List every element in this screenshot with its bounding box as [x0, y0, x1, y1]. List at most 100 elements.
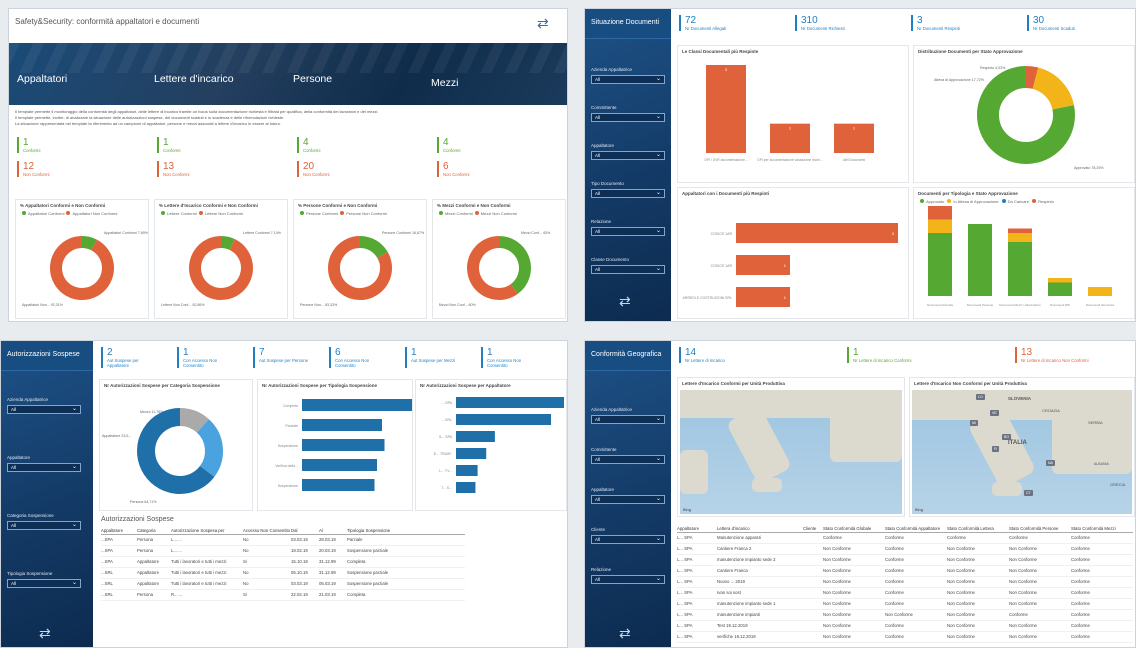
column-header[interactable]: Stato Conformità Appaltatore — [885, 526, 947, 531]
bar[interactable] — [456, 482, 476, 493]
donut-slice-conformi[interactable] — [220, 236, 235, 251]
slicer-dropdown[interactable]: All — [7, 405, 81, 414]
slicer-dropdown[interactable]: All — [591, 227, 665, 236]
slicer-dropdown[interactable]: All — [7, 463, 81, 472]
table-row[interactable]: L... SPA Ivan soi sost Non Conforme Conform… — [677, 588, 1133, 599]
column-header[interactable]: Accesso Non Consentito — [243, 528, 291, 533]
bar[interactable] — [706, 65, 746, 153]
column-header[interactable]: Stato Conformità Persone — [1009, 526, 1071, 531]
donut-slice[interactable] — [196, 419, 223, 477]
donut-slice[interactable] — [1025, 66, 1039, 89]
bar-segment[interactable] — [1008, 242, 1032, 296]
bar[interactable] — [302, 419, 382, 431]
table-row[interactable]: L... SPA Cantiere Franca Non Conforme Confo… — [677, 566, 1133, 577]
table-row[interactable]: L... SPA manutenzione impianto sede 1 Non … — [677, 599, 1133, 610]
slicer-dropdown[interactable]: All — [591, 495, 665, 504]
column-header[interactable]: Autorizzazione Sospesa per — [171, 528, 243, 533]
hero-appaltatori[interactable]: Appaltatori — [17, 73, 67, 85]
bar-segment[interactable] — [928, 233, 952, 296]
column-header[interactable]: Tipologia Sospensione — [347, 528, 433, 533]
bar-segment[interactable] — [1048, 278, 1072, 283]
map-pin[interactable]: CT — [1024, 490, 1033, 496]
table-row[interactable]: L... SPA manutenzione impianto sede 2 Non … — [677, 555, 1133, 566]
hero-mezzi[interactable]: Mezzi — [431, 77, 458, 89]
slicer-dropdown[interactable]: All — [591, 151, 665, 160]
slicer-dropdown[interactable]: All — [7, 521, 81, 530]
hero-lettere[interactable]: Lettere d'incarico — [154, 73, 234, 85]
tick-label: ...SPA — [442, 401, 452, 405]
donut-slice-conformi[interactable] — [498, 236, 531, 294]
slicer-dropdown[interactable]: All — [591, 113, 665, 122]
table-row[interactable]: L... SPA Cantiere Franca 2 Non Conforme Con… — [677, 544, 1133, 555]
table-row[interactable]: L... SPA Nuovo ... 2019 Non Conforme Confor… — [677, 577, 1133, 588]
kpi-value: 310 — [801, 15, 818, 26]
bar[interactable] — [456, 465, 478, 476]
table-row[interactable]: L... SPA Test 19.12.2019 Non Conforme Confo… — [677, 621, 1133, 632]
tick-label: CODICE 1AR — [711, 232, 733, 236]
table-row[interactable]: ...SPA Persona L... ... No 18.02.19 20.03.19 S… — [101, 546, 465, 557]
column-header[interactable]: Categoria — [137, 528, 171, 533]
bar-segment[interactable] — [1008, 233, 1032, 242]
slicer-dropdown[interactable]: All — [591, 535, 665, 544]
table-row[interactable]: ...SRL Persona R... ... Si 22.02.19 21.03.19 C… — [101, 590, 465, 601]
table-row[interactable]: ...SPA Persona L... ... No 03.03.19 28.03.19 P… — [101, 535, 465, 546]
column-header[interactable]: Al — [319, 528, 347, 533]
column-header[interactable]: Appaltatore — [101, 528, 137, 533]
table-row[interactable]: ...SPA Appaltatore Tutti i lavoratori e tu… — [101, 557, 465, 568]
bar[interactable] — [456, 414, 552, 425]
table-row[interactable]: ...SRL Appaltatore Tutti i lavoratori e tu… — [101, 579, 465, 590]
map-pin[interactable]: MI — [970, 420, 978, 426]
slicer-dropdown[interactable]: All — [591, 75, 665, 84]
donut-tile: % Appaltatori Conformi e Non Conformi App… — [15, 199, 149, 319]
map[interactable]: SLOVENIA CROAZIA SERBIA ITALIA ALBANIA G… — [912, 390, 1132, 514]
bar[interactable] — [302, 399, 412, 411]
donut-slice-conformi[interactable] — [81, 236, 97, 251]
map-pin[interactable]: FI — [992, 446, 1000, 452]
bar-segment[interactable] — [1048, 282, 1072, 297]
slicer-dropdown[interactable]: All — [591, 265, 665, 274]
map-pin[interactable]: BO — [1002, 434, 1012, 440]
bar-segment[interactable] — [1008, 228, 1032, 234]
column-header[interactable]: Cliente — [803, 526, 823, 531]
table-row[interactable]: L... SPA manutenzione impianti Non Conform… — [677, 610, 1133, 621]
bar-segment[interactable] — [928, 206, 952, 220]
bar[interactable] — [456, 397, 564, 408]
map-pin[interactable]: NA — [1046, 460, 1055, 466]
bar-segment[interactable] — [928, 219, 952, 234]
slicer-dropdown[interactable]: All — [591, 455, 665, 464]
column-header[interactable]: Appaltatore — [677, 526, 717, 531]
donut-slice[interactable] — [179, 408, 209, 433]
bar[interactable] — [736, 223, 898, 243]
table-row[interactable]: L... SPA verifiche 19.12.2019 Non Conforme… — [677, 632, 1133, 643]
bar[interactable] — [456, 431, 495, 442]
map-pin[interactable]: LO — [976, 394, 985, 400]
column-header[interactable]: Stato Conformità Globale — [823, 526, 885, 531]
map[interactable]: Bing — [680, 390, 902, 514]
donut-slice-non-conformi[interactable] — [189, 236, 253, 300]
table-row[interactable]: L... SPA Manutenzione apparati Conforme Con… — [677, 533, 1133, 544]
bar[interactable] — [302, 439, 385, 451]
map-pin[interactable]: VE — [990, 410, 999, 416]
bar[interactable] — [736, 287, 790, 307]
slicer-dropdown[interactable]: All — [591, 189, 665, 198]
slicer-dropdown[interactable]: All — [591, 575, 665, 584]
bar[interactable] — [302, 459, 377, 471]
column-header[interactable]: Stato Conformità Lettera — [947, 526, 1009, 531]
column-header[interactable]: Stato Conformità Mezzi — [1071, 526, 1133, 531]
bar[interactable] — [736, 255, 790, 275]
donut-slice-non-conformi[interactable] — [50, 236, 114, 300]
bar[interactable] — [302, 479, 375, 491]
hero-persone[interactable]: Persone — [293, 73, 332, 85]
column-header[interactable]: Lettera d'incarico — [717, 526, 803, 531]
donut-slice-conformi[interactable] — [359, 236, 388, 259]
bar[interactable] — [456, 448, 487, 459]
bar-segment[interactable] — [968, 224, 992, 296]
kpi-label: Nr Documenti Richiesti — [801, 26, 845, 31]
donut-slice[interactable] — [1032, 67, 1074, 111]
slicer-dropdown[interactable]: All — [591, 415, 665, 424]
bar-segment[interactable] — [1088, 287, 1112, 296]
slicer-dropdown[interactable]: All — [7, 579, 81, 588]
column-header[interactable]: Dal — [291, 528, 319, 533]
kpi-value: 1 — [23, 137, 29, 148]
table-row[interactable]: ...SRL Appaltatore Tutti i lavoratori e tu… — [101, 568, 465, 579]
